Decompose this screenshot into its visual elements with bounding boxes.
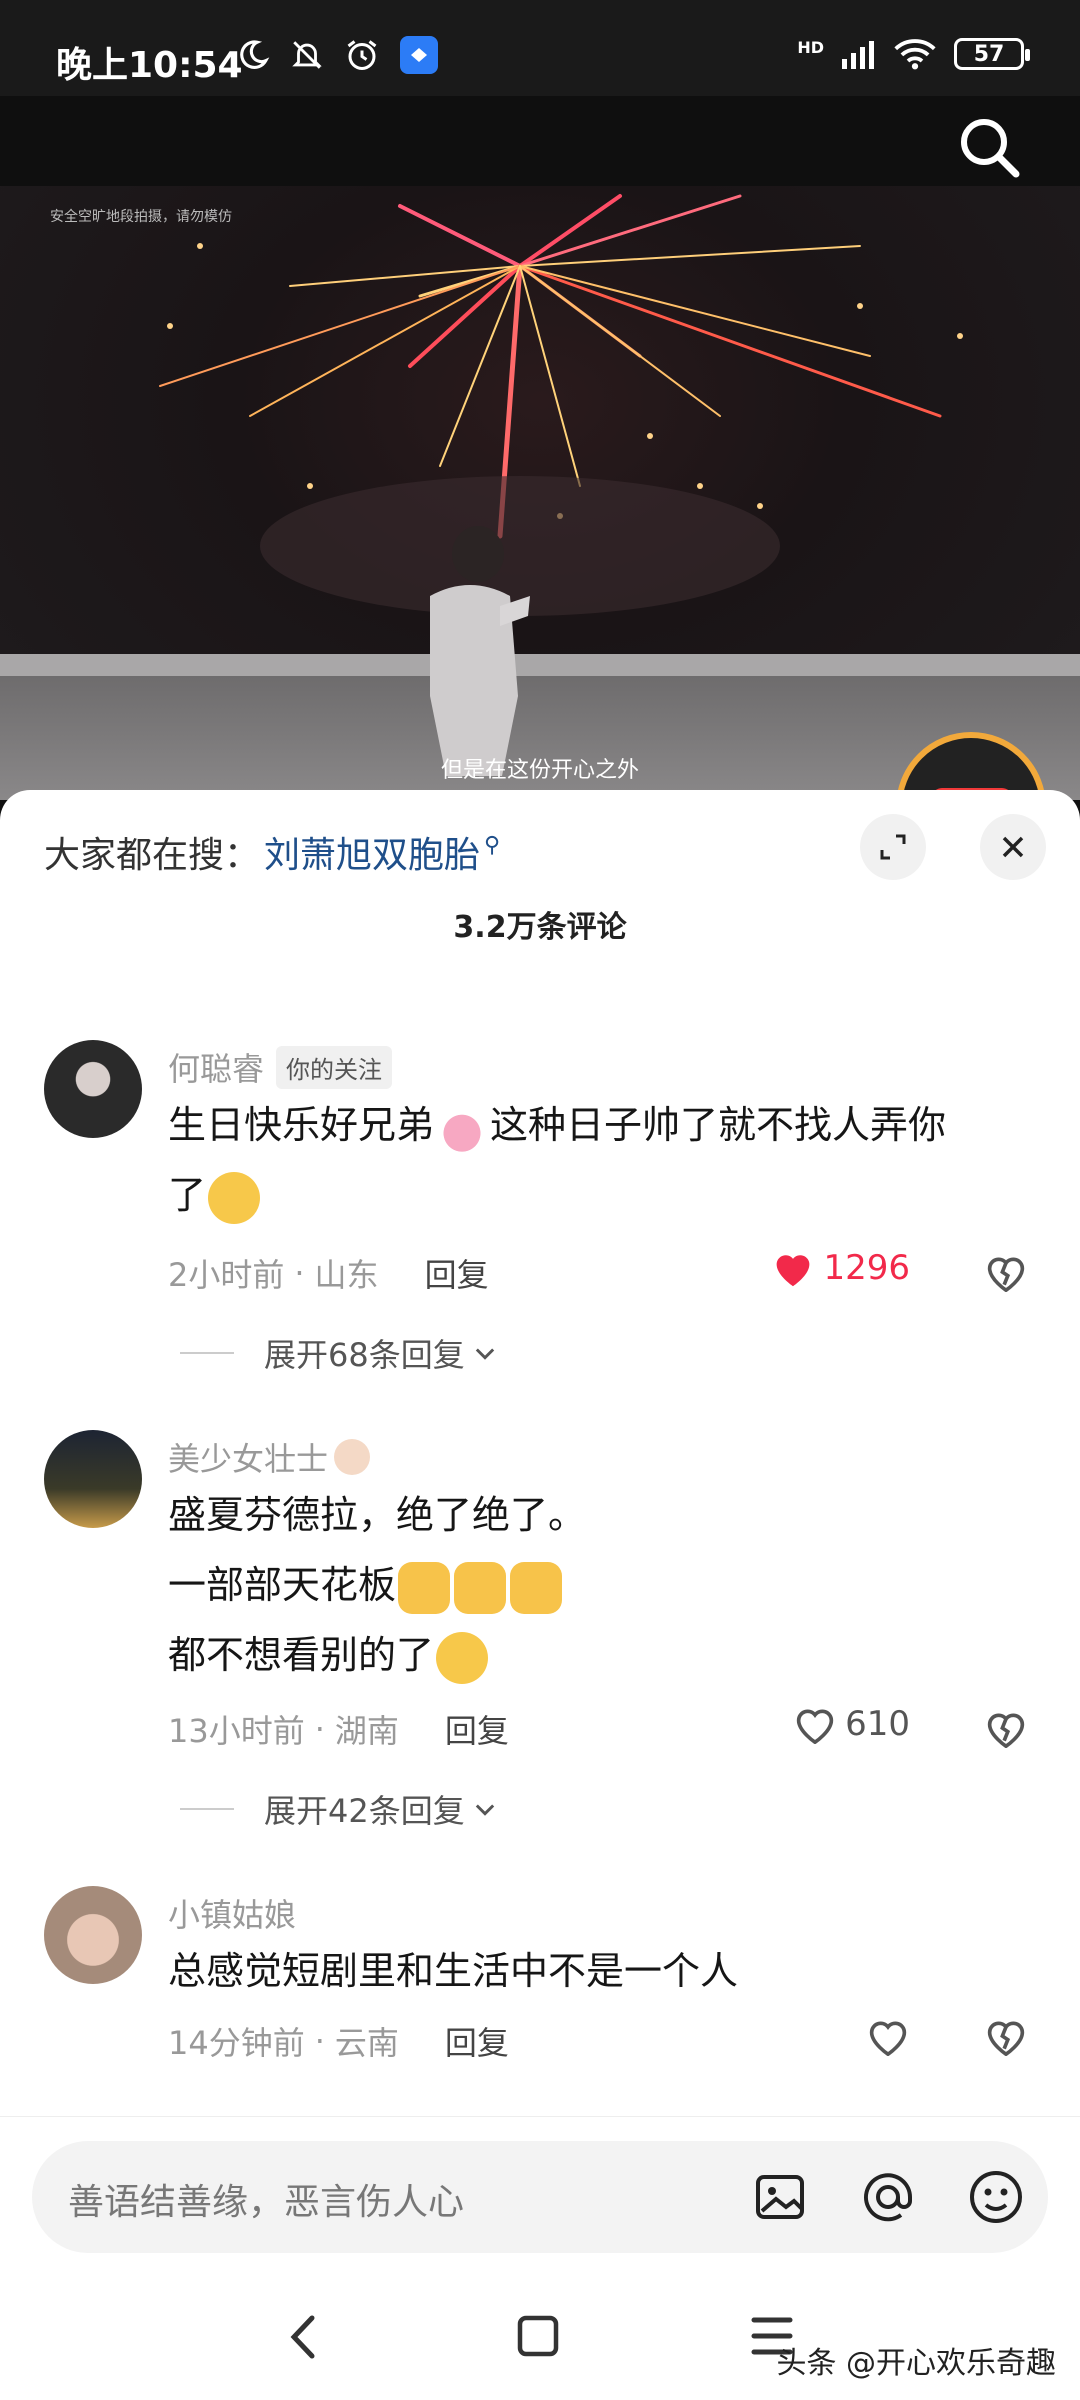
heart-outline-icon [796, 1709, 834, 1744]
search-icon[interactable] [954, 112, 1024, 182]
video-player[interactable]: 安全空旷地段拍摄，请勿模仿 但是在这份开心之外 [0, 186, 1080, 800]
alarm-icon [347, 40, 377, 70]
broken-heart-icon[interactable] [984, 2016, 1028, 2056]
comment-count: 3.2万条评论 [453, 910, 627, 945]
comment-username[interactable]: 小镇姑娘 [168, 1890, 296, 1936]
at-mention-icon[interactable] [856, 2165, 920, 2229]
comment-username[interactable]: 何聪睿 [168, 1044, 264, 1090]
comment-location: 云南 [334, 2024, 399, 2062]
person-figure [430, 526, 530, 776]
system-nav-bar: 头条 @开心欢乐奇趣 [0, 2276, 1080, 2400]
laugh-cry-emoji-icon [436, 1631, 489, 1684]
moon-icon [240, 40, 270, 69]
comment-text: 生日快乐好兄弟 这种日子帅了就不找人弄你 了 [168, 1090, 1028, 1230]
home-icon[interactable] [514, 2312, 562, 2360]
avatar[interactable] [44, 1886, 142, 1984]
close-icon [1002, 836, 1024, 858]
comment-input[interactable]: 善语结善缘，恶言伤人心 [32, 2141, 1048, 2253]
thumbs-up-icon [510, 1561, 563, 1614]
comment-text: 盛夏芬德拉，绝了绝了。 一部部天花板 都不想看别的了 [168, 1480, 1028, 1690]
chevron-down-icon [475, 1348, 494, 1360]
status-bar: 晚上10:54 HD 57 [0, 0, 1080, 96]
like-button[interactable]: 1296 [771, 1248, 910, 1288]
hot-search-keyword[interactable]: 刘萧旭双胞胎 [264, 826, 480, 878]
reply-button[interactable]: 回复 [425, 1250, 489, 1296]
thumbs-up-icon [454, 1561, 507, 1614]
image-icon[interactable] [748, 2165, 812, 2229]
expand-icon [880, 834, 906, 860]
heart-filled-icon [777, 1255, 810, 1287]
chevron-down-icon [475, 1804, 494, 1816]
hot-search[interactable]: 大家都在搜： 刘萧旭双胞胎 ⚲ [44, 826, 500, 878]
comment-input-bar: 善语结善缘，恶言伤人心 [0, 2116, 1080, 2276]
video-top-bar [0, 96, 1080, 186]
comment-text: 总感觉短剧里和生活中不是一个人 [168, 1949, 739, 1993]
watermark: 头条 @开心欢乐奇趣 [776, 2346, 1056, 2381]
status-time: 晚上10:54 [56, 45, 243, 86]
follow-tag: 你的关注 [276, 1045, 393, 1089]
comment-time: 2小时前 [168, 1256, 285, 1294]
comment-location: 山东 [314, 1256, 379, 1294]
reply-button[interactable]: 回复 [445, 1706, 509, 1752]
comment-time: 14分钟前 [168, 2024, 305, 2062]
reply-button[interactable]: 回复 [445, 2018, 509, 2064]
back-icon[interactable] [284, 2312, 324, 2362]
comment-input-placeholder: 善语结善缘，恶言伤人心 [68, 2182, 465, 2223]
comment-location: 湖南 [334, 1712, 399, 1750]
heart-outline-icon[interactable] [866, 2016, 910, 2056]
search-small-icon: ⚲ [484, 832, 501, 858]
drool-emoji-icon [208, 1171, 261, 1224]
like-count: 610 [845, 1704, 910, 1744]
comment-time: 13小时前 [168, 1712, 305, 1750]
avatar[interactable] [44, 1040, 142, 1138]
bell-off-icon [292, 41, 322, 69]
expand-replies[interactable]: 展开42条回复 [180, 1786, 499, 1832]
emoji-icon[interactable] [964, 2165, 1028, 2229]
like-button[interactable]: 610 [793, 1704, 910, 1744]
face-emoji-icon [334, 1439, 371, 1475]
hot-search-label: 大家都在搜： [44, 835, 261, 876]
broken-heart-icon[interactable] [984, 1708, 1028, 1748]
battery-icon: 57 [954, 38, 1030, 70]
cake-emoji-icon [436, 1101, 489, 1154]
like-count: 1296 [823, 1248, 910, 1288]
app-notification-icon [400, 36, 438, 74]
thumbs-up-icon [398, 1561, 451, 1614]
comment-username[interactable]: 美少女壮士 [168, 1434, 328, 1480]
avatar[interactable] [44, 1430, 142, 1528]
fireworks-image [159, 194, 963, 616]
expand-replies[interactable]: 展开68条回复 [180, 1330, 499, 1376]
wifi-icon [894, 39, 936, 70]
signal-icon [842, 41, 874, 69]
close-sheet-button[interactable] [980, 814, 1046, 880]
network-hd-label: HD [797, 37, 824, 57]
broken-heart-icon[interactable] [984, 1252, 1028, 1292]
expand-sheet-button[interactable] [860, 814, 926, 880]
